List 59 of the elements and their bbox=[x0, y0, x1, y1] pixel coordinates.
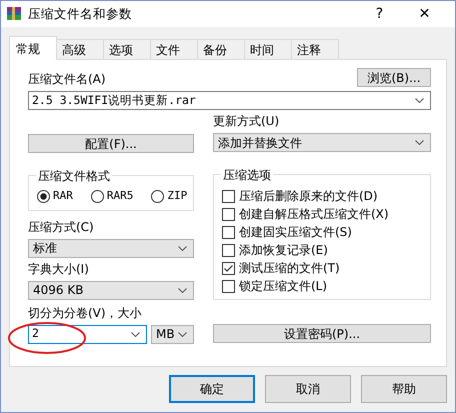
dictionary-select[interactable]: 4096 KB bbox=[28, 280, 194, 300]
checkbox-label: 创建自解压格式压缩文件(X) bbox=[239, 206, 389, 223]
checkbox-label: 创建固实压缩文件(S) bbox=[239, 224, 352, 241]
dialog-button[interactable]: 帮助 bbox=[361, 375, 447, 403]
checkbox[interactable] bbox=[222, 226, 235, 238]
update-mode-select[interactable]: 添加并替换文件 bbox=[213, 133, 431, 152]
volume-size-combo[interactable]: 2 bbox=[28, 324, 147, 344]
window-title: 压缩文件名和参数 bbox=[28, 4, 132, 23]
tab[interactable]: 选项 bbox=[103, 39, 151, 59]
tab[interactable]: 时间 bbox=[244, 39, 292, 59]
combo-value: 2.5 3.5WIFI说明书更新.rar bbox=[32, 92, 197, 109]
browse-button[interactable]: 浏览(B)... bbox=[357, 68, 431, 87]
checkbox[interactable] bbox=[222, 244, 235, 256]
radio-button[interactable] bbox=[37, 190, 50, 203]
tab[interactable]: 常规 bbox=[9, 36, 57, 60]
field-label: 更新方式(U) bbox=[213, 114, 280, 129]
chevron-down-icon bbox=[415, 140, 424, 145]
checkbox-label: 压缩后删除原来的文件(D) bbox=[239, 188, 378, 205]
app-icon bbox=[6, 6, 22, 22]
option-label: RAR5 bbox=[106, 188, 134, 204]
option-label: ZIP bbox=[167, 188, 188, 204]
select-value: 标准 bbox=[33, 240, 58, 257]
chevron-down-icon bbox=[178, 246, 187, 250]
dialog-button[interactable]: 确定 bbox=[169, 375, 255, 403]
chevron-down-icon bbox=[131, 332, 140, 336]
close-button[interactable]: ✕ bbox=[402, 1, 447, 27]
help-button[interactable]: ? bbox=[357, 1, 402, 27]
option-label: RAR bbox=[53, 188, 73, 204]
password-button[interactable]: 设置密码(P)... bbox=[213, 324, 431, 343]
chevron-down-icon bbox=[178, 332, 187, 336]
field-label: 字典大小(I) bbox=[28, 262, 90, 276]
tab[interactable]: 文件 bbox=[150, 39, 198, 59]
field-label: 切分为分卷(V)，大小 bbox=[28, 306, 143, 320]
dialog-button[interactable]: 取消 bbox=[265, 375, 351, 403]
radio-button[interactable] bbox=[151, 190, 164, 203]
combo-value: 2 bbox=[32, 325, 40, 342]
group-title: 压缩文件格式 bbox=[36, 167, 112, 185]
select-value: MB bbox=[156, 326, 176, 343]
checkbox[interactable] bbox=[222, 280, 235, 292]
checkbox-label: 锁定压缩文件(L) bbox=[239, 278, 328, 295]
checkbox[interactable] bbox=[222, 262, 235, 274]
tab[interactable]: 备份 bbox=[197, 39, 245, 59]
chevron-down-icon bbox=[178, 288, 187, 292]
tab[interactable]: 注释 bbox=[291, 39, 339, 59]
radio-button[interactable] bbox=[90, 190, 104, 203]
profiles-button[interactable]: 配置(F)... bbox=[28, 134, 194, 153]
group-title: 压缩选项 bbox=[221, 166, 273, 184]
field-label: 压缩方式(C) bbox=[28, 220, 95, 234]
field-label: 压缩文件名(A) bbox=[28, 72, 107, 87]
filename-combo[interactable]: 2.5 3.5WIFI说明书更新.rar bbox=[28, 91, 431, 110]
checkbox[interactable] bbox=[222, 208, 235, 220]
unit-select[interactable]: MB bbox=[151, 324, 194, 344]
method-select[interactable]: 标准 bbox=[28, 238, 194, 258]
checkbox-label: 添加恢复记录(E) bbox=[239, 242, 328, 259]
checkbox[interactable] bbox=[222, 190, 235, 202]
select-value: 4096 KB bbox=[33, 282, 84, 299]
chevron-down-icon bbox=[415, 98, 424, 103]
select-value: 添加并替换文件 bbox=[218, 134, 303, 152]
checkbox-label: 测试压缩的文件(T) bbox=[239, 260, 340, 277]
